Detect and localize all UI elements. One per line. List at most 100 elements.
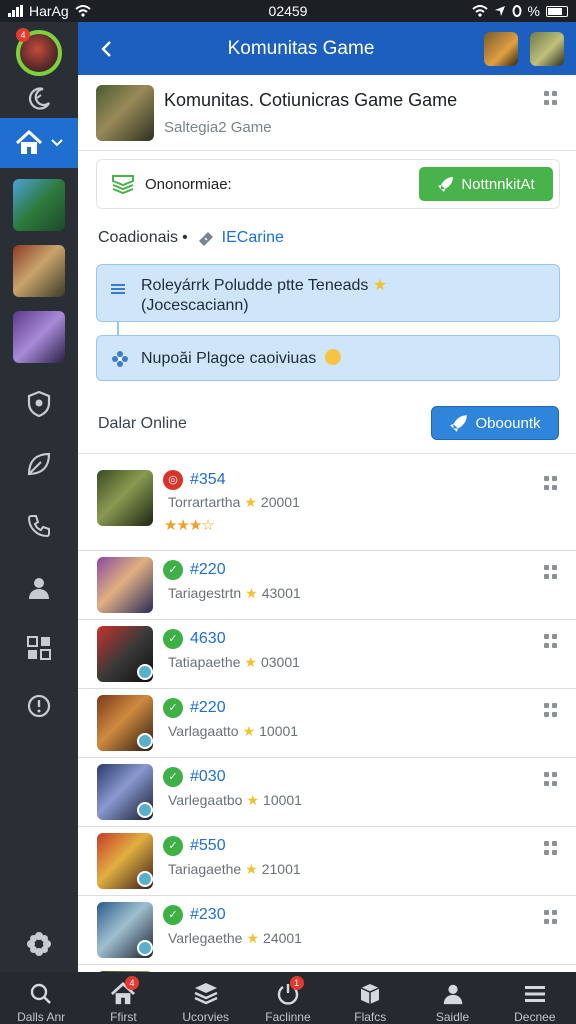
gear-icon[interactable] (0, 924, 78, 964)
nav-item-home[interactable]: 4 Ffirst (82, 972, 164, 1024)
info-box[interactable]: Roleyárrk Poludde ptte Teneads ★ (Jocesc… (96, 264, 560, 322)
member-name: Varlagaatto (168, 723, 239, 739)
member-score: 43001 (261, 585, 301, 601)
stack-icon (194, 983, 218, 1005)
member-score: 10001 (263, 792, 302, 808)
shield-icon[interactable] (0, 384, 78, 424)
check-icon: ✓ (163, 905, 183, 925)
member-name: Tariagaethe (168, 861, 242, 877)
nav-item-power[interactable]: 1 Faclinne (247, 972, 329, 1024)
nav-item-menu[interactable]: Decnee (494, 972, 576, 1024)
section-header: Coadionais • IECarine (98, 229, 284, 247)
member-name: Varlegaatbo (168, 792, 243, 808)
game-info: Komunitas. Cotiunicras Game Game Saltegi… (164, 90, 457, 136)
nav-item-search[interactable]: Dalls Anr (0, 972, 82, 1024)
user-icon (443, 984, 462, 1005)
nav-label: Saidle (435, 1010, 470, 1024)
drag-handle-icon[interactable] (544, 634, 558, 648)
leaf-icon[interactable] (0, 444, 78, 484)
section-link[interactable]: IECarine (222, 229, 284, 247)
star-icon: ★ (242, 723, 256, 739)
heart-icon (137, 871, 153, 887)
phone-icon[interactable] (0, 506, 78, 546)
sidebar: 4 (0, 22, 78, 972)
drag-handle-icon[interactable] (544, 841, 558, 855)
header-avatar[interactable] (530, 31, 564, 66)
drag-handle-icon[interactable] (544, 91, 558, 105)
menu-icon (524, 986, 545, 1002)
member-name: Tariagestrtn (168, 585, 242, 601)
back-button[interactable] (78, 40, 134, 58)
status-bar: HarAg 02459 % (0, 0, 576, 22)
alert-icon[interactable] (0, 686, 78, 726)
member-score: 21001 (261, 861, 301, 877)
drag-handle-icon[interactable] (544, 565, 558, 579)
app-screen: HarAg 02459 % 4 Komunitas Game Komunitas… (0, 0, 576, 1024)
list-item[interactable]: ✓ #220 Varlagaatto ★ 10001 (78, 689, 576, 758)
notification-icon (112, 175, 134, 195)
member-meta: Tariagestrtn ★ 43001 (168, 585, 301, 602)
user-icon[interactable] (0, 568, 78, 608)
sidebar-game-3[interactable] (0, 310, 78, 364)
sidebar-game-2[interactable] (0, 244, 78, 298)
member-name: Varlegaethe (168, 930, 243, 946)
heart-icon (137, 802, 153, 818)
info-box[interactable]: Nupoăi Plagce caoiviuas (96, 335, 560, 381)
star-icon: ★ (246, 930, 260, 946)
game-thumbnail (13, 179, 65, 231)
bottom-nav: Dalls Anr 4 Ffirst Ucorvies 1 Faclinne F… (0, 972, 576, 1024)
game-thumbnail (13, 311, 65, 363)
nav-label: Faclinne (265, 1010, 311, 1024)
online-button[interactable]: Oboountk (431, 406, 559, 440)
signal-icon (8, 5, 23, 17)
member-avatar (97, 470, 153, 526)
wifi-icon (471, 5, 488, 17)
drag-handle-icon[interactable] (544, 703, 558, 717)
drag-handle-icon[interactable] (544, 772, 558, 786)
member-id: #230 (190, 906, 226, 923)
moon-icon[interactable] (0, 80, 78, 118)
nav-item-profile[interactable]: Saidle (411, 972, 493, 1024)
list-item[interactable]: ✓ #230 Varlegaethe ★ 24001 (78, 896, 576, 965)
ticket-icon (198, 232, 213, 246)
list-item[interactable]: ✓ #030 Varlegaatbo ★ 10001 (78, 758, 576, 827)
list-item[interactable]: ✓ #550 Tariagaethe ★ 21001 (78, 827, 576, 896)
drag-handle-icon[interactable] (544, 910, 558, 924)
member-id: #550 (190, 837, 226, 854)
member-id: #354 (190, 471, 226, 488)
list-item[interactable]: ◎ #354 Torrartartha ★ 20001 ★★★☆ (78, 454, 576, 551)
sidebar-game-1[interactable] (0, 178, 78, 232)
connector-line (117, 322, 119, 335)
game-card[interactable]: Komunitas. Cotiunicras Game Game Saltegi… (78, 75, 576, 151)
box-icon (360, 984, 380, 1004)
header-avatar[interactable] (484, 31, 518, 66)
rocket-icon (438, 177, 454, 192)
list-item[interactable]: ✓ #220 Tariagestrtn ★ 43001 (78, 551, 576, 620)
home-icon (15, 130, 43, 154)
nav-item-box[interactable]: Flafcs (329, 972, 411, 1024)
list-item[interactable]: ✓ 4630 Tatiapaethe ★ 03001 (78, 620, 576, 689)
notification-button[interactable]: NottnnkitAt (419, 167, 553, 201)
game-thumbnail (13, 245, 65, 297)
nav-item-services[interactable]: Ucorvies (165, 972, 247, 1024)
member-meta: Varlagaatto ★ 10001 (168, 723, 298, 740)
notification-setting: Ononormiae: NottnnkitAt (96, 159, 560, 209)
member-name: Tatiapaethe (168, 654, 241, 670)
battery-percent: % (527, 3, 540, 19)
game-thumbnail (96, 84, 154, 141)
avatar-badge: 4 (16, 28, 30, 42)
status-badge: ◎ (163, 470, 183, 490)
avatar: 4 (16, 28, 62, 76)
status-left: HarAg (8, 3, 91, 19)
heart-icon (137, 733, 153, 749)
member-id: #030 (190, 768, 226, 785)
check-icon: ✓ (163, 836, 183, 856)
list-item[interactable]: ✓ (78, 965, 576, 972)
online-label: Dalar Online (98, 415, 187, 432)
member-score: 24001 (263, 930, 302, 946)
check-icon: ✓ (163, 767, 183, 787)
profile-avatar[interactable]: 4 (0, 28, 78, 78)
drag-handle-icon[interactable] (544, 476, 558, 490)
grid-icon[interactable] (0, 628, 78, 668)
sidebar-item-home[interactable] (0, 118, 78, 168)
